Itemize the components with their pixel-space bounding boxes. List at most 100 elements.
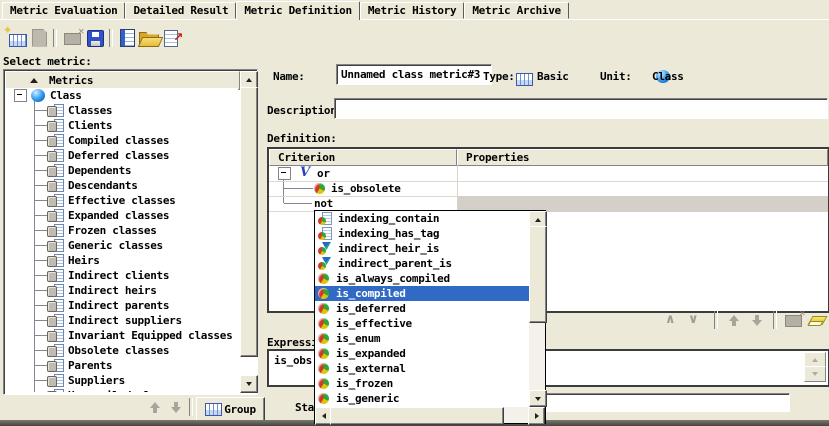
copy-metric-icon[interactable] — [30, 28, 48, 48]
relation-pie-icon — [318, 257, 332, 270]
sort-ascending-icon — [30, 78, 38, 83]
tree-item-metric[interactable]: Dependents — [5, 163, 238, 178]
tree-item-metric[interactable]: Descendants — [5, 178, 238, 193]
tree-item-metric[interactable]: Indirect suppliers — [5, 313, 238, 328]
tab-label: Metric Evaluation — [10, 4, 117, 17]
tree-item-label: Heirs — [68, 254, 100, 267]
tree-item-metric[interactable]: Suppliers — [5, 373, 238, 388]
tree-item-metric[interactable]: Indirect parents — [5, 298, 238, 313]
tree-item-metric[interactable]: Indirect clients — [5, 268, 238, 283]
tree-item-metric[interactable]: Clients — [5, 118, 238, 133]
criterion-column-header[interactable]: Criterion — [269, 149, 457, 166]
move-up-icon[interactable] — [724, 312, 744, 328]
tree-item-metric[interactable]: Parents — [5, 358, 238, 373]
scrollbar-thumb[interactable] — [240, 87, 258, 357]
criterion-option-label: is_frozen — [336, 377, 393, 390]
tab[interactable]: Metric Definition — [236, 1, 359, 20]
tree-item-metric[interactable]: Effective classes — [5, 193, 238, 208]
criterion-option[interactable]: is_deferred — [315, 301, 529, 316]
erase-criterion-icon[interactable] — [808, 313, 826, 327]
name-input[interactable] — [336, 64, 492, 85]
tab[interactable]: Metric History — [360, 2, 465, 19]
separator-icon[interactable] — [773, 311, 777, 329]
criterion-option[interactable]: is_compiled — [315, 286, 529, 301]
open-metric-file-icon[interactable] — [138, 29, 160, 47]
metric-tree-items: Classes Clients Compiled classes Deferre… — [5, 103, 238, 392]
properties-column-header[interactable]: Properties — [457, 149, 828, 166]
expression-scroll-down-button[interactable] — [804, 366, 826, 382]
tree-item-metric[interactable]: Heirs — [5, 253, 238, 268]
metric-toolbar — [6, 24, 182, 51]
tab-label: Metric Definition — [244, 4, 351, 17]
tab-label: Metric History — [368, 4, 457, 17]
delete-metric-icon[interactable] — [62, 29, 84, 47]
tab-label: Detailed Result — [133, 4, 228, 17]
tab[interactable]: Metric Evaluation — [2, 2, 125, 19]
pie-criterion-icon — [314, 183, 326, 195]
scrollbar-thumb[interactable] — [529, 226, 547, 323]
criterion-option[interactable]: is_always_compiled — [315, 271, 529, 286]
tab[interactable]: Detailed Result — [125, 2, 236, 19]
criterion-row-is-obsolete[interactable]: is_obsolete — [269, 181, 828, 197]
criterion-option[interactable]: is_generic — [315, 391, 529, 406]
criterion-option[interactable]: is_enum — [315, 331, 529, 346]
separator-icon[interactable] — [714, 311, 718, 329]
metric-icon — [47, 119, 64, 132]
tab[interactable]: Metric Archive — [464, 2, 569, 19]
criterion-option[interactable]: indirect_heir_is — [315, 241, 529, 256]
tree-item-label: Class — [50, 89, 82, 102]
tree-item-metric[interactable]: Deferred classes — [5, 148, 238, 163]
collapse-expander-icon[interactable] — [14, 89, 27, 102]
save-metric-icon[interactable] — [86, 29, 104, 47]
description-input[interactable] — [334, 98, 828, 119]
tree-item-label: Effective classes — [68, 194, 175, 207]
tree-item-metric[interactable]: Classes — [5, 103, 238, 118]
scroll-right-button[interactable] — [528, 407, 545, 425]
scrollbar-thumb[interactable] — [330, 407, 504, 425]
scroll-down-button[interactable] — [529, 390, 547, 407]
export-metrics-icon[interactable] — [162, 28, 182, 48]
criterion-label: or — [317, 167, 330, 180]
criterion-option[interactable]: is_expanded — [315, 346, 529, 361]
metrics-scrollbar[interactable] — [240, 71, 256, 393]
pie-icon — [318, 333, 330, 345]
tree-item-metric[interactable]: Indirect heirs — [5, 283, 238, 298]
tree-item-metric[interactable]: Invariant Equipped classes — [5, 328, 238, 343]
criterion-edit-text[interactable]: not — [314, 197, 333, 210]
tree-item-label: Clients — [68, 119, 112, 132]
criterion-option[interactable]: indexing_has_tag — [315, 226, 529, 241]
group-button[interactable]: Group — [196, 397, 265, 422]
criterion-option[interactable]: indexing_contain — [315, 211, 529, 226]
separator-icon[interactable] — [53, 29, 57, 47]
collapse-expander-icon[interactable] — [278, 167, 291, 180]
new-metric-icon[interactable] — [6, 28, 28, 48]
tree-item-label: Suppliers — [68, 374, 125, 387]
delete-criterion-icon[interactable] — [783, 311, 805, 329]
criterion-option[interactable]: is_frozen — [315, 376, 529, 391]
tree-item-label: Generic classes — [68, 239, 163, 252]
dropdown-vertical-scrollbar[interactable] — [529, 211, 545, 407]
criterion-option[interactable]: is_effective — [315, 316, 529, 331]
tree-item-metric[interactable]: Generic classes — [5, 238, 238, 253]
criterion-option[interactable]: is_external — [315, 361, 529, 376]
definition-table-header: Criterion Properties — [269, 149, 828, 166]
move-metric-up-button[interactable] — [146, 399, 163, 416]
scroll-down-button[interactable] — [240, 375, 258, 393]
and-operator-icon[interactable] — [665, 312, 685, 328]
tree-item-metric[interactable]: Uncompiled classes — [5, 388, 238, 392]
separator-icon[interactable] — [109, 29, 113, 47]
tree-item-metric[interactable]: Expanded classes — [5, 208, 238, 223]
tree-item-metric[interactable]: Frozen classes — [5, 223, 238, 238]
move-down-icon[interactable] — [747, 312, 767, 328]
criterion-option[interactable]: indirect_parent_is — [315, 256, 529, 271]
manage-metrics-icon[interactable] — [118, 28, 136, 48]
tree-item-metric[interactable]: Obsolete classes — [5, 343, 238, 358]
move-metric-down-button[interactable] — [167, 399, 184, 416]
criterion-row-or[interactable]: or — [269, 166, 828, 182]
tree-item-metric[interactable]: Compiled classes — [5, 133, 238, 148]
dropdown-horizontal-scrollbar[interactable] — [315, 407, 545, 423]
tree-item-class-unit[interactable]: Class — [5, 88, 238, 103]
or-operator-icon[interactable] — [688, 312, 708, 328]
tree-item-label: Deferred classes — [68, 149, 169, 162]
pie-icon — [318, 363, 330, 375]
